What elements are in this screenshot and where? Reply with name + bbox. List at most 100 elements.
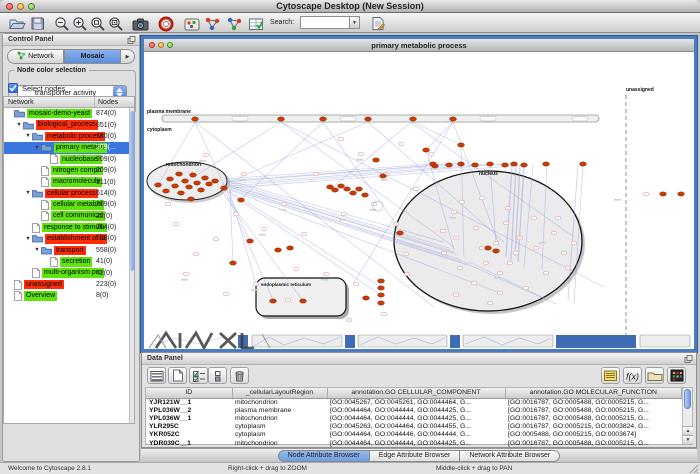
chevron-down-icon[interactable]: ▼	[349, 16, 360, 29]
network-edge[interactable]	[187, 122, 281, 181]
network-node[interactable]	[253, 282, 259, 286]
expand-arrow-icon[interactable]: ▼	[33, 247, 41, 253]
network-node[interactable]	[453, 236, 459, 240]
network-node[interactable]	[353, 282, 359, 286]
resize-grip-icon[interactable]	[689, 464, 699, 474]
network-node-selected[interactable]	[378, 286, 385, 290]
network-node-selected[interactable]	[397, 231, 404, 235]
network-node-selected[interactable]	[378, 279, 385, 283]
column-header[interactable]: annotation.GO CELLULAR_COMPONENT	[327, 388, 505, 398]
folder-open-icon[interactable]	[645, 367, 664, 384]
network-node[interactable]	[213, 237, 219, 241]
table-cell[interactable]: [GO:0044464, GO:0044446, GO:0044444, G..…	[327, 431, 505, 439]
network-node-selected[interactable]	[192, 117, 199, 121]
table-cell[interactable]: YPL036W__2	[146, 407, 232, 415]
network-node-selected[interactable]	[287, 246, 294, 250]
plasma-membrane-region[interactable]	[162, 115, 599, 122]
network-node[interactable]	[313, 172, 319, 176]
network-node[interactable]	[565, 266, 571, 270]
new-document-icon[interactable]	[168, 367, 187, 384]
network-edge[interactable]	[224, 164, 433, 179]
tree-row[interactable]: cellular metabol209(0)	[4, 199, 129, 210]
nucleus-region[interactable]	[394, 171, 582, 311]
network-node-selected[interactable]	[378, 293, 385, 297]
network-node[interactable]	[517, 236, 523, 240]
table-cell[interactable]: [GO:0045267, GO:0045261, GO:0044464, G..…	[327, 398, 505, 407]
network-node-selected[interactable]	[270, 299, 277, 303]
network-edge[interactable]	[241, 122, 323, 199]
network-node-selected[interactable]	[332, 188, 339, 192]
network-node-selected[interactable]	[502, 163, 509, 167]
network-node[interactable]	[453, 293, 459, 297]
expand-arrow-icon[interactable]: ▼	[24, 236, 32, 242]
network-node-selected[interactable]	[275, 248, 282, 252]
expand-arrow-icon[interactable]: ▼	[24, 133, 32, 139]
network-node-selected[interactable]	[430, 162, 437, 166]
network-node[interactable]	[513, 251, 519, 255]
zoom-out-icon[interactable]	[52, 15, 72, 32]
tree-header-network[interactable]: Network	[4, 97, 94, 107]
table-row[interactable]: YDR039C__1mitochondrion[GO:0044464, GO:0…	[146, 440, 682, 448]
tree-row[interactable]: multi-organism pro42(0)	[4, 267, 129, 278]
tab-network[interactable]: Network	[7, 49, 64, 64]
network-node-selected[interactable]	[172, 184, 179, 188]
network-node[interactable]	[183, 272, 189, 276]
network-node[interactable]	[203, 153, 209, 157]
network-node-selected[interactable]	[238, 198, 245, 202]
network-node-selected[interactable]	[338, 184, 345, 188]
network-node-selected[interactable]	[380, 174, 387, 178]
document-annotation-icon[interactable]	[368, 15, 388, 32]
network-node[interactable]	[561, 251, 567, 255]
network-node-selected[interactable]	[423, 148, 430, 152]
network-node[interactable]	[441, 251, 447, 255]
network-node[interactable]	[428, 152, 434, 156]
network-node[interactable]	[165, 202, 171, 206]
network-node[interactable]	[483, 261, 489, 265]
scroll-down-icon[interactable]: ▼	[683, 435, 693, 444]
table-cell[interactable]: [GO:0044464, GO:0044444, GO:0044425, G..…	[327, 407, 505, 415]
table-cell[interactable]: mitochondrion	[232, 440, 327, 448]
tree-row[interactable]: ▼establishment of lo558(0)	[4, 233, 129, 244]
network-node[interactable]	[398, 142, 404, 146]
network-node[interactable]	[281, 202, 287, 206]
trash-can-icon[interactable]	[230, 367, 249, 384]
zoom-window-button[interactable]	[167, 42, 173, 48]
network-node-selected[interactable]	[206, 182, 213, 186]
network-node-selected[interactable]	[230, 261, 237, 265]
network-node[interactable]	[403, 252, 409, 256]
table-cell[interactable]: [GO:0016787, GO:0005488, GO:0005215, G..…	[505, 440, 682, 448]
close-window-button[interactable]	[6, 3, 13, 10]
network-node[interactable]	[173, 222, 179, 226]
network-node[interactable]	[503, 221, 509, 225]
tab-network-attribute-browser[interactable]: Network Attribute Browser	[459, 450, 560, 462]
network-node-selected[interactable]	[678, 192, 685, 196]
network-node[interactable]	[551, 231, 557, 235]
network-edge[interactable]	[413, 122, 461, 145]
tree-row[interactable]: ▼transport558(0)	[4, 245, 129, 256]
network-node-selected[interactable]	[660, 192, 667, 196]
table-scrollbar[interactable]: ▲ ▼	[682, 388, 692, 444]
tree-row[interactable]: nitrogen compo209(0)	[4, 165, 129, 176]
network-node[interactable]	[393, 222, 399, 226]
network-node-selected[interactable]	[362, 193, 369, 197]
network-node-selected[interactable]	[511, 162, 518, 166]
network-node-selected[interactable]	[373, 158, 380, 162]
table-cell[interactable]: [GO:0005488, GO:0005215, GO:0003674]	[505, 431, 682, 439]
network-edge[interactable]	[229, 189, 256, 284]
network-node-selected[interactable]	[344, 187, 351, 191]
network-node-selected[interactable]	[580, 162, 587, 166]
tree-header-nodes[interactable]: Nodes	[94, 97, 134, 107]
network-node[interactable]	[404, 272, 410, 276]
network-node[interactable]	[338, 137, 344, 141]
network-node[interactable]	[358, 152, 364, 156]
close-window-button[interactable]	[149, 42, 155, 48]
tab-mosaic[interactable]: Mosaic	[64, 49, 121, 64]
table-cell[interactable]: YPL036W__1	[146, 415, 232, 423]
network-blue-nodes-icon[interactable]	[224, 15, 244, 32]
matrix-grid-icon[interactable]	[667, 367, 686, 384]
table-cell[interactable]: [GO:0044464, GO:0044444, GO:0044425, G..…	[327, 415, 505, 423]
column-header[interactable]: _cellularLayoutRegion	[232, 388, 327, 398]
network-node[interactable]	[261, 227, 267, 231]
network-node-selected[interactable]	[410, 117, 417, 121]
table-row[interactable]: YJR121W__1mitochondrion[GO:0045267, GO:0…	[146, 398, 682, 407]
